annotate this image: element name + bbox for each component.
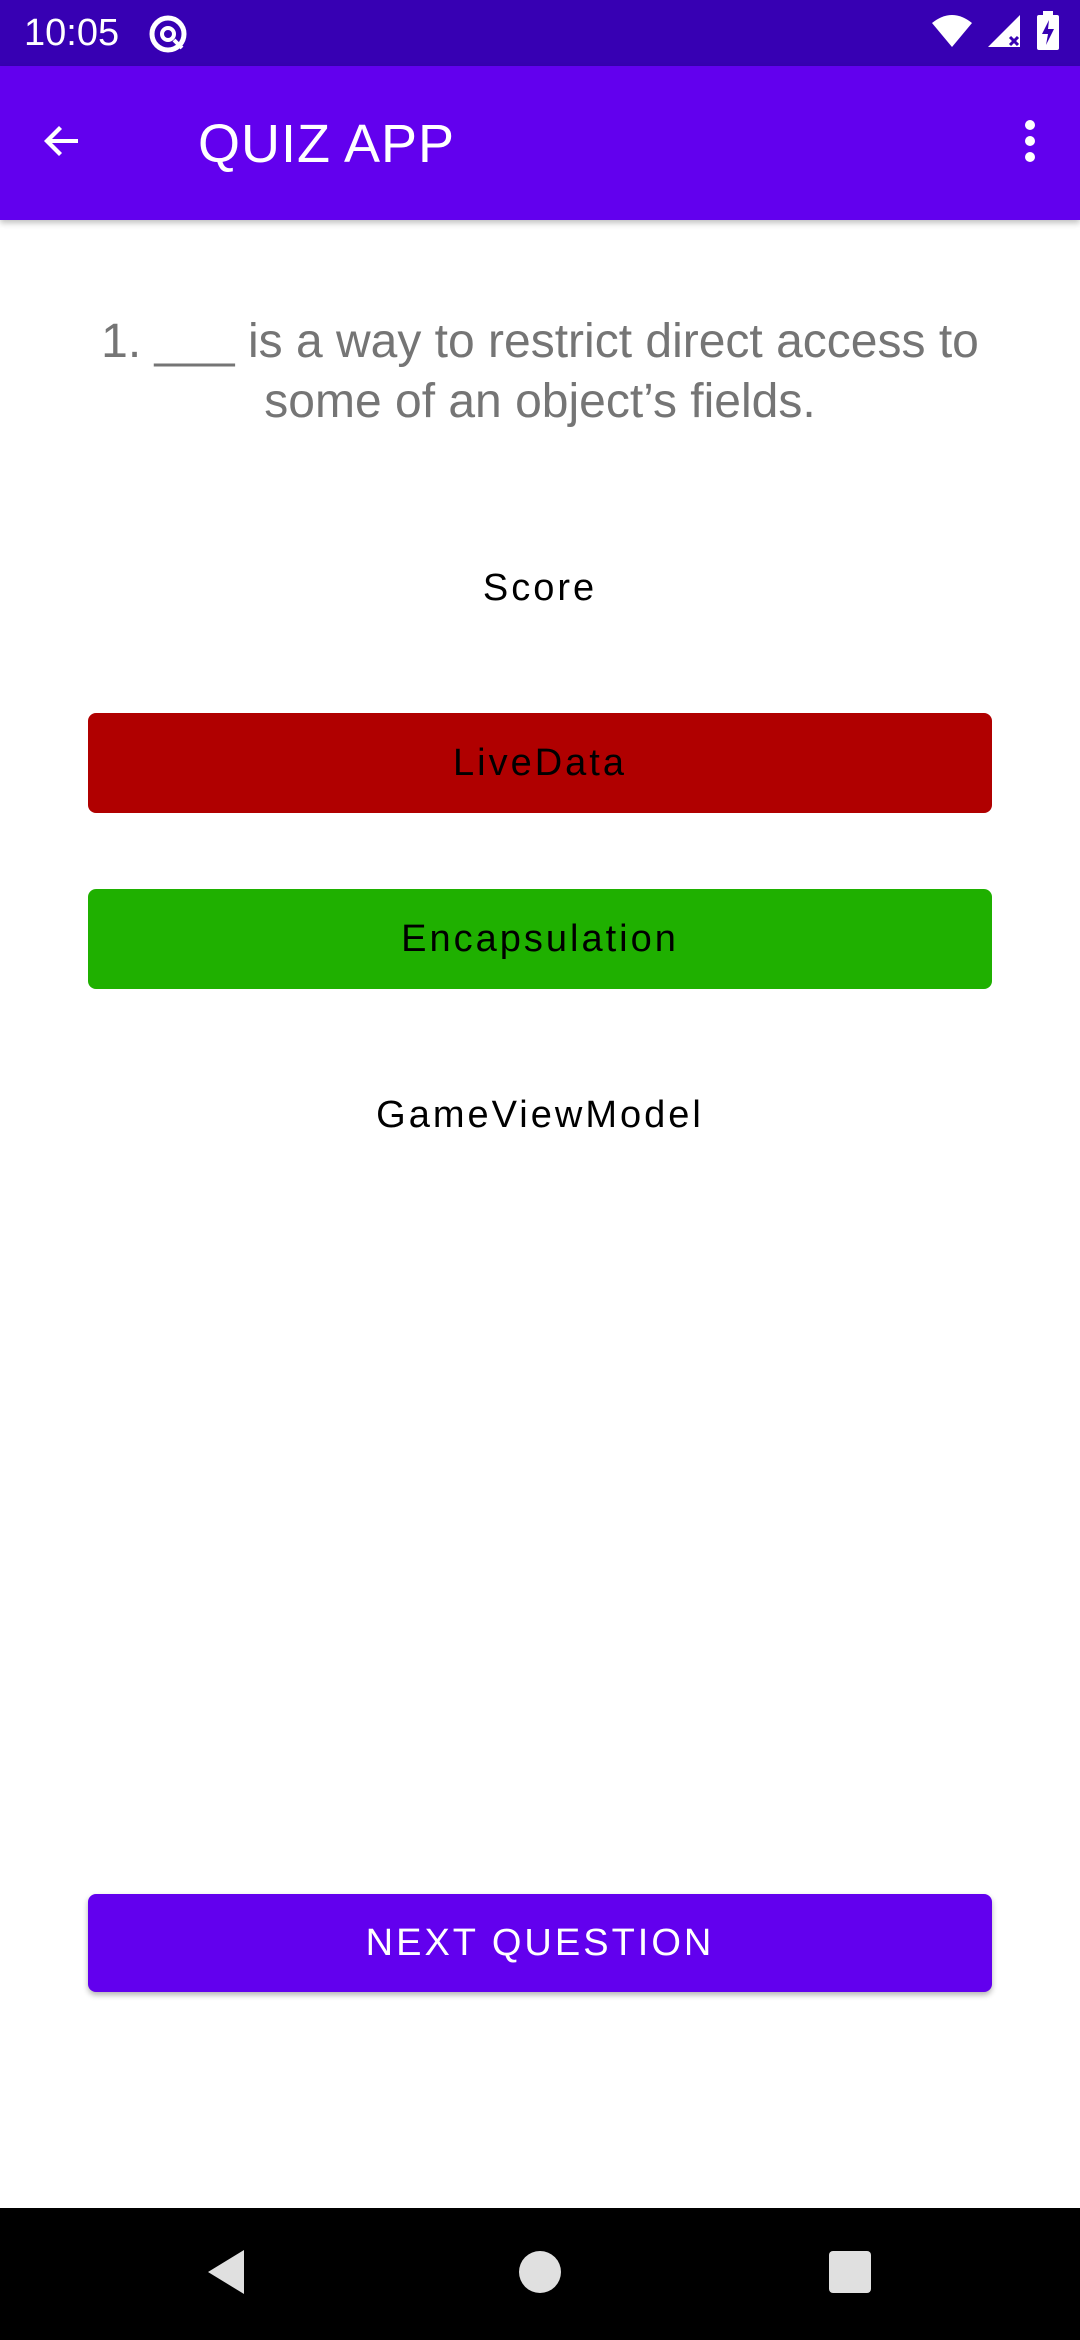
home-circle-icon [518, 2250, 562, 2299]
overflow-menu-button[interactable] [994, 107, 1066, 179]
recents-square-icon [828, 2250, 872, 2299]
battery-charging-icon [1036, 10, 1060, 56]
wifi-icon [930, 13, 974, 54]
option-encapsulation-button[interactable]: Encapsulation [88, 889, 992, 989]
option-livedata-button[interactable]: LiveData [88, 713, 992, 813]
more-vert-icon [1022, 117, 1038, 170]
back-triangle-icon [204, 2248, 248, 2301]
option-gameviewmodel-button[interactable]: GameViewModel [88, 1065, 992, 1165]
arrow-back-icon [38, 117, 86, 170]
at-sign-icon [148, 14, 188, 54]
app-bar: QUIZ APP [0, 66, 1080, 220]
navigation-bar [0, 2208, 1080, 2340]
back-button[interactable] [26, 107, 98, 179]
nav-back-button[interactable] [188, 2236, 264, 2312]
status-time: 10:05 [24, 12, 120, 54]
status-bar: 10:05 [0, 0, 1080, 66]
nav-recents-button[interactable] [812, 2236, 888, 2312]
nav-home-button[interactable] [502, 2236, 578, 2312]
question-text: 1. ___ is a way to restrict direct acces… [101, 315, 979, 428]
option-score-button[interactable]: Score [88, 538, 992, 638]
next-question-button[interactable]: NEXT QUESTION [88, 1894, 992, 1992]
cellular-signal-icon [986, 13, 1024, 54]
app-title: QUIZ APP [198, 114, 456, 174]
